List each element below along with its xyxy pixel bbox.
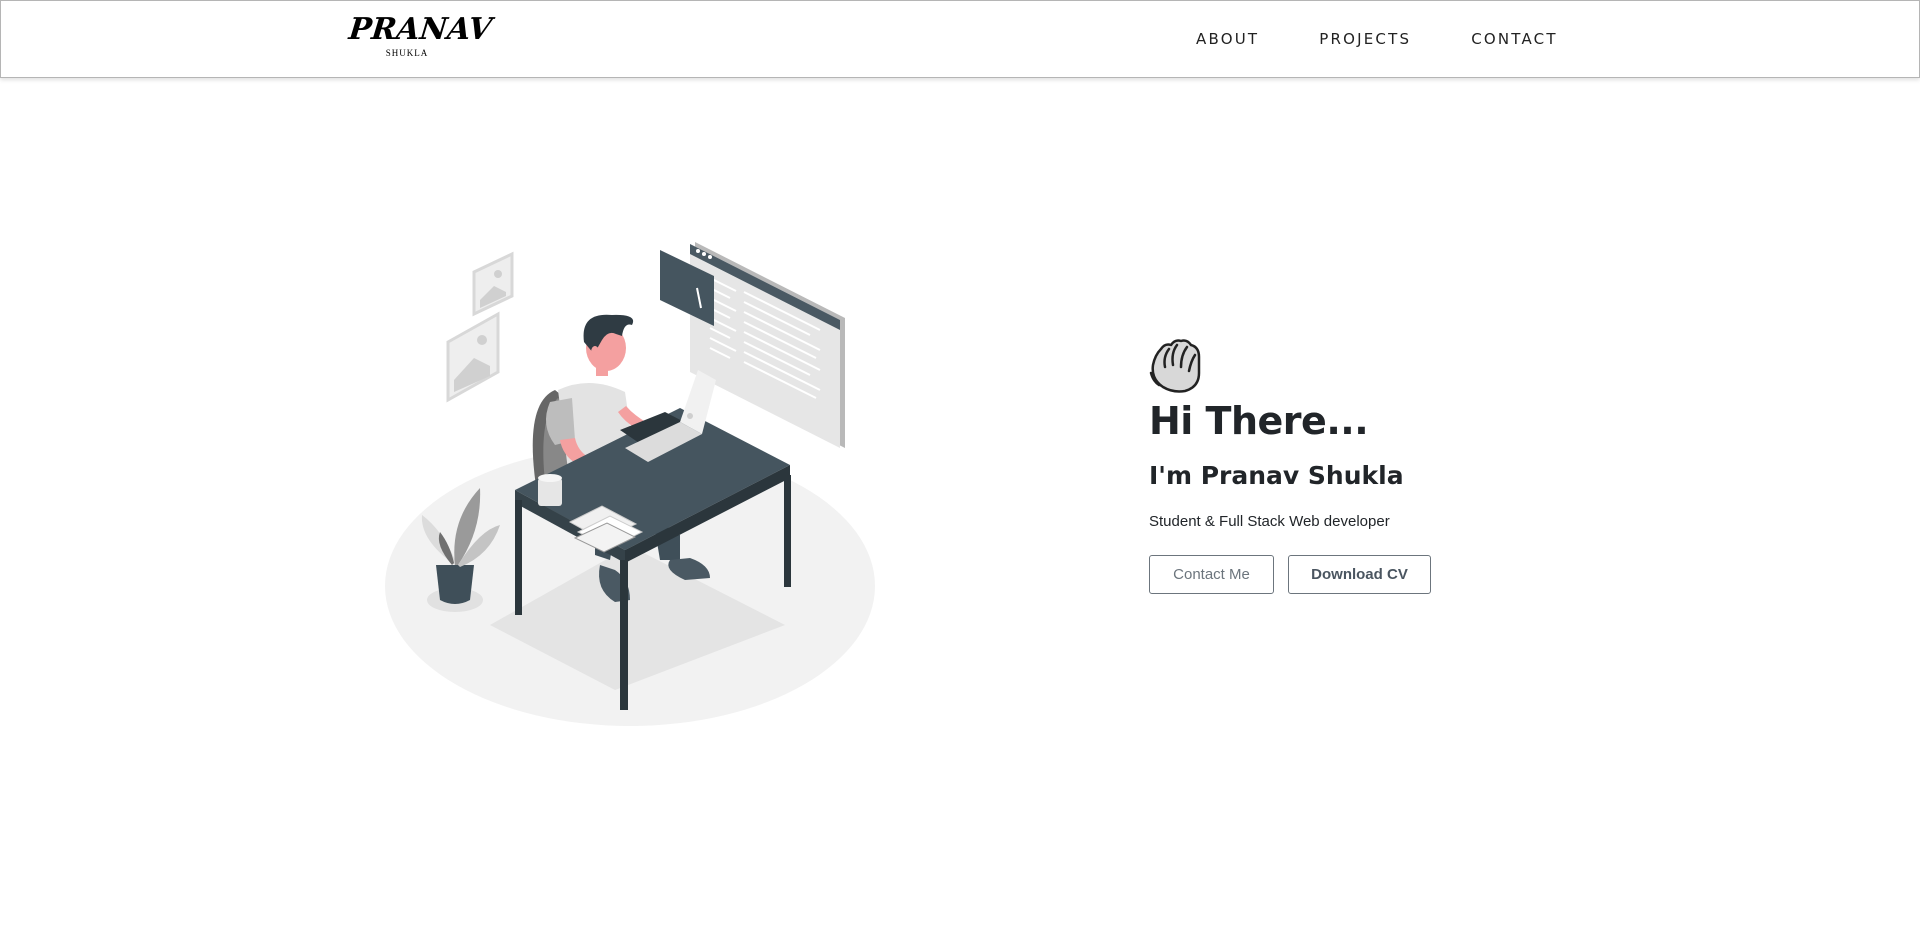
contact-me-button[interactable]: Contact Me xyxy=(1149,555,1274,594)
brand-name: PRANAV xyxy=(347,12,494,47)
picture-frame-icon xyxy=(446,311,500,403)
code-window-icon xyxy=(690,242,845,448)
hero-buttons: Contact Me Download CV xyxy=(1149,555,1569,594)
nav-links: ABOUT PROJECTS CONTACT xyxy=(1196,30,1558,48)
navbar: PRANAV SHUKLA ABOUT PROJECTS CONTACT xyxy=(0,0,1920,78)
picture-frame-icon xyxy=(472,251,514,317)
illustration-svg xyxy=(385,242,875,726)
nav-link-projects[interactable]: PROJECTS xyxy=(1319,30,1411,48)
nav-link-about[interactable]: ABOUT xyxy=(1196,30,1259,48)
brand-subtitle: SHUKLA xyxy=(385,48,429,58)
waving-hand-icon xyxy=(1149,339,1201,393)
hero-greeting: Hi There... xyxy=(1149,399,1369,443)
download-cv-button[interactable]: Download CV xyxy=(1288,555,1431,594)
nav-link-contact[interactable]: CONTACT xyxy=(1471,30,1558,48)
hero-tagline: Student & Full Stack Web developer xyxy=(1149,513,1390,530)
hero-name: I'm Pranav Shukla xyxy=(1149,461,1404,490)
developer-at-desk-illustration xyxy=(380,230,880,730)
hero-section: Hi There... I'm Pranav Shukla Student & … xyxy=(1149,337,1569,594)
brand-logo[interactable]: PRANAV SHUKLA xyxy=(347,12,494,61)
